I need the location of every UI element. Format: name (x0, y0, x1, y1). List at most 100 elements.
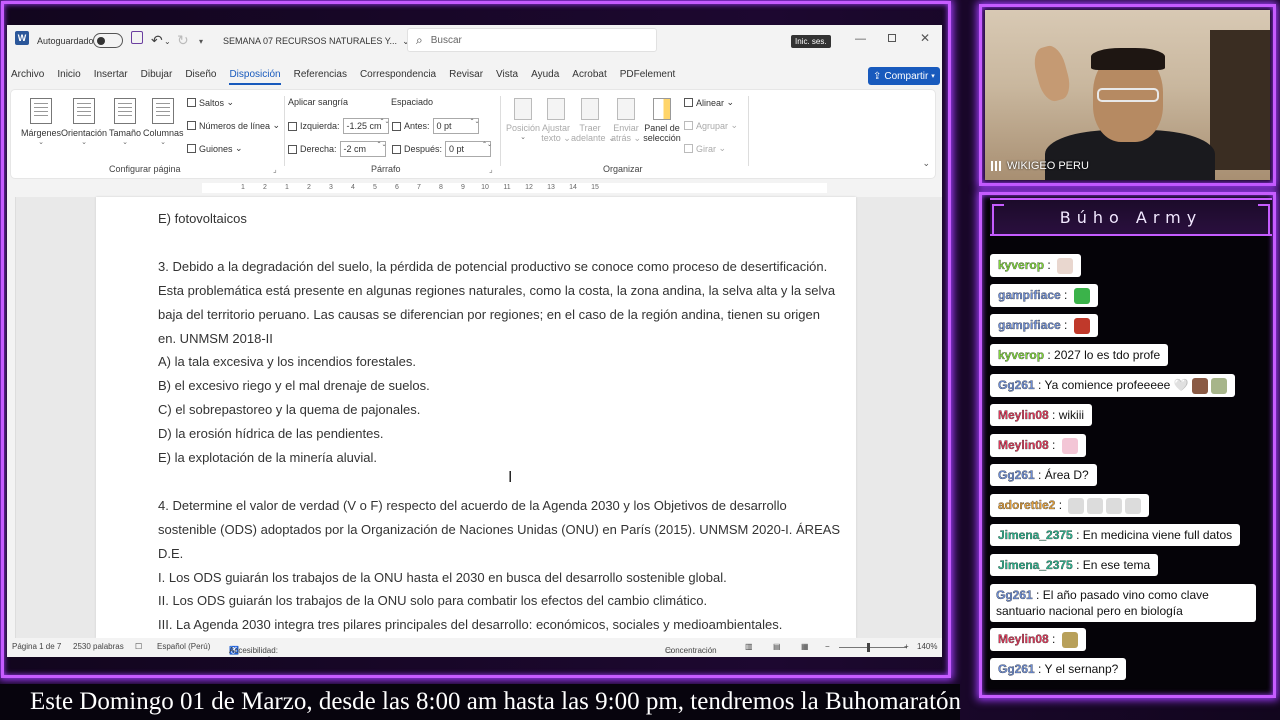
indent-right-input[interactable]: -2 cm (339, 141, 386, 157)
chat-username[interactable]: Gg261 (996, 588, 1033, 602)
zoom-level[interactable]: 140% (917, 642, 937, 651)
document-line[interactable]: sostenible (ODS) adoptados por la Organi… (158, 518, 840, 542)
zoom-out-icon[interactable]: − (825, 642, 830, 651)
document-line[interactable]: E) fotovoltaicos (158, 207, 828, 231)
print-layout-icon[interactable]: ▤ (773, 642, 781, 651)
group-button[interactable]: Agrupar ⌄ (684, 120, 738, 131)
read-mode-icon[interactable]: ▥ (745, 642, 753, 651)
document-line[interactable]: B) el excesivo riego y el mal drenaje de… (158, 374, 828, 398)
chat-username[interactable]: Gg261 (998, 468, 1035, 482)
document-line[interactable]: E) la explotación de la minería aluvial. (158, 446, 828, 470)
maximize-icon[interactable] (888, 34, 896, 42)
align-button[interactable]: Alinear ⌄ (684, 97, 734, 108)
language[interactable]: Español (Perú) (157, 642, 210, 651)
document-line[interactable]: II. Los ODS guiarán los trabajos de la O… (158, 589, 828, 613)
indent-left-input[interactable]: -1.25 cm (342, 118, 389, 134)
bring-forward-button[interactable]: Traer adelante ⌄ (571, 98, 616, 144)
word-count[interactable]: 2530 palabras (73, 642, 124, 651)
document-line[interactable]: D.E. (158, 542, 828, 566)
chat-username[interactable]: kyverop (998, 258, 1044, 272)
menu-ayuda[interactable]: Ayuda (531, 65, 559, 85)
chat-username[interactable]: Gg261 (998, 662, 1035, 676)
horizontal-ruler[interactable]: 1 2 1 2 3 4 5 6 7 8 9 10 11 12 13 14 15 (7, 181, 942, 195)
wrap-text-button[interactable]: Ajustar texto ⌄ (539, 98, 573, 144)
orientation-button[interactable]: Orientación ⌄ (61, 98, 107, 146)
menu-dibujar[interactable]: Dibujar (141, 65, 173, 85)
document-line[interactable]: baja del territorio peruano. Las causas … (158, 303, 828, 327)
page-setup-launcher-icon[interactable]: ⌟ (273, 165, 277, 174)
document-line[interactable]: D) la erosión hídrica de las pendientes. (158, 422, 828, 446)
size-button[interactable]: Tamaño ⌄ (107, 98, 143, 146)
document-area[interactable]: E) fotovoltaicos 3. Debido a la degradaci… (7, 197, 942, 638)
columns-button[interactable]: Columnas ⌄ (143, 98, 184, 146)
send-backward-button[interactable]: Enviar atrás ⌄ (609, 98, 643, 144)
undo-dropdown-icon[interactable]: ⌄ (164, 31, 171, 51)
paragraph-launcher-icon[interactable]: ⌟ (489, 165, 493, 174)
menu-correspondencia[interactable]: Correspondencia (360, 65, 436, 85)
menu-dise-o[interactable]: Diseño (185, 65, 216, 85)
document-line[interactable] (158, 231, 828, 255)
document-line[interactable]: III. La Agenda 2030 integra tres pilares… (158, 613, 828, 637)
redo-icon[interactable]: ↻ (177, 30, 189, 50)
menu-archivo[interactable]: Archivo (11, 65, 44, 85)
web-layout-icon[interactable]: ▦ (801, 642, 809, 651)
chat-username[interactable]: adorettie2 (998, 498, 1056, 512)
zoom-slider-thumb[interactable] (867, 643, 870, 652)
undo-icon[interactable]: ↶ (151, 30, 163, 50)
document-line[interactable]: Esta problemática está presente en algun… (158, 279, 835, 303)
menu-referencias[interactable]: Referencias (294, 65, 347, 85)
menu-acrobat[interactable]: Acrobat (572, 65, 606, 85)
menu-pdfelement[interactable]: PDFelement (620, 65, 676, 85)
chat-username[interactable]: Meylin08 (998, 408, 1049, 422)
chat-username[interactable]: kyverop (998, 348, 1044, 362)
spacing-before-field[interactable]: Antes: 0 pt (392, 118, 479, 134)
chat-username[interactable]: Jimena_2375 (998, 528, 1073, 542)
document-line[interactable]: C) el sobrepastoreo y la quema de pajona… (158, 398, 828, 422)
autosave-toggle[interactable] (93, 33, 123, 48)
rotate-button[interactable]: Girar ⌄ (684, 143, 726, 154)
document-line[interactable]: I. Los ODS guiarán los trabajos de la ON… (158, 566, 828, 590)
chat-username[interactable]: Meylin08 (998, 438, 1049, 452)
search-input[interactable]: ⌕ Buscar (407, 28, 657, 52)
document-line[interactable] (158, 470, 828, 494)
chat-username[interactable]: gampifiace (998, 288, 1061, 302)
document-body[interactable]: E) fotovoltaicos 3. Debido a la degradaci… (158, 207, 840, 637)
zoom-slider[interactable] (839, 647, 907, 648)
chat-username[interactable]: Meylin08 (998, 632, 1049, 646)
menu-disposici-n[interactable]: Disposición (229, 65, 281, 85)
indent-left-field[interactable]: Izquierda: -1.25 cm (288, 118, 389, 134)
spacing-after-field[interactable]: Después: 0 pt (392, 141, 492, 157)
document-line[interactable]: A) la tala excesiva y los incendios fore… (158, 350, 828, 374)
proofing-icon[interactable]: ☐ (135, 642, 142, 651)
position-button[interactable]: Posición ⌄ (506, 98, 540, 141)
chat-username[interactable]: Jimena_2375 (998, 558, 1073, 572)
menu-insertar[interactable]: Insertar (94, 65, 128, 85)
page-count[interactable]: Página 1 de 7 (12, 642, 61, 651)
document-title[interactable]: SEMANA 07 RECURSOS NATURALES Y... ⌄ (223, 31, 410, 51)
indent-right-field[interactable]: Derecha: -2 cm (288, 141, 386, 157)
hyphenation-button[interactable]: Guiones ⌄ (187, 143, 243, 154)
customize-toolbar-icon[interactable]: ▾ (199, 31, 203, 51)
document-line[interactable]: 4. Determine el valor de verdad (V o F) … (158, 494, 828, 518)
collapse-ribbon-icon[interactable]: ⌄ (922, 158, 930, 169)
menu-revisar[interactable]: Revisar (449, 65, 483, 85)
menu-inicio[interactable]: Inicio (57, 65, 80, 85)
vertical-ruler[interactable] (7, 197, 16, 638)
spacing-after-input[interactable]: 0 pt (445, 141, 492, 157)
document-page[interactable]: E) fotovoltaicos 3. Debido a la degradaci… (96, 197, 856, 638)
close-icon[interactable]: ✕ (920, 31, 930, 45)
minimize-icon[interactable]: — (855, 33, 866, 45)
document-line[interactable]: en. UNMSM 2018-II (158, 327, 828, 351)
margins-button[interactable]: Márgenes ⌄ (19, 98, 63, 146)
selection-pane-button[interactable]: Panel de selección (643, 98, 681, 143)
chat-username[interactable]: gampifiace (998, 318, 1061, 332)
menu-vista[interactable]: Vista (496, 65, 518, 85)
save-icon[interactable] (131, 31, 143, 44)
line-numbers-button[interactable]: Números de línea ⌄ (187, 120, 280, 131)
share-button[interactable]: ⇪ Compartir ▾ (868, 67, 940, 85)
spacing-before-input[interactable]: 0 pt (432, 118, 479, 134)
document-line[interactable]: 3. Debido a la degradación del suelo, la… (158, 255, 828, 279)
breaks-button[interactable]: Saltos ⌄ (187, 97, 234, 108)
chat-username[interactable]: Gg261 (998, 378, 1035, 392)
sign-in-button[interactable]: Inic. ses. (791, 35, 831, 48)
